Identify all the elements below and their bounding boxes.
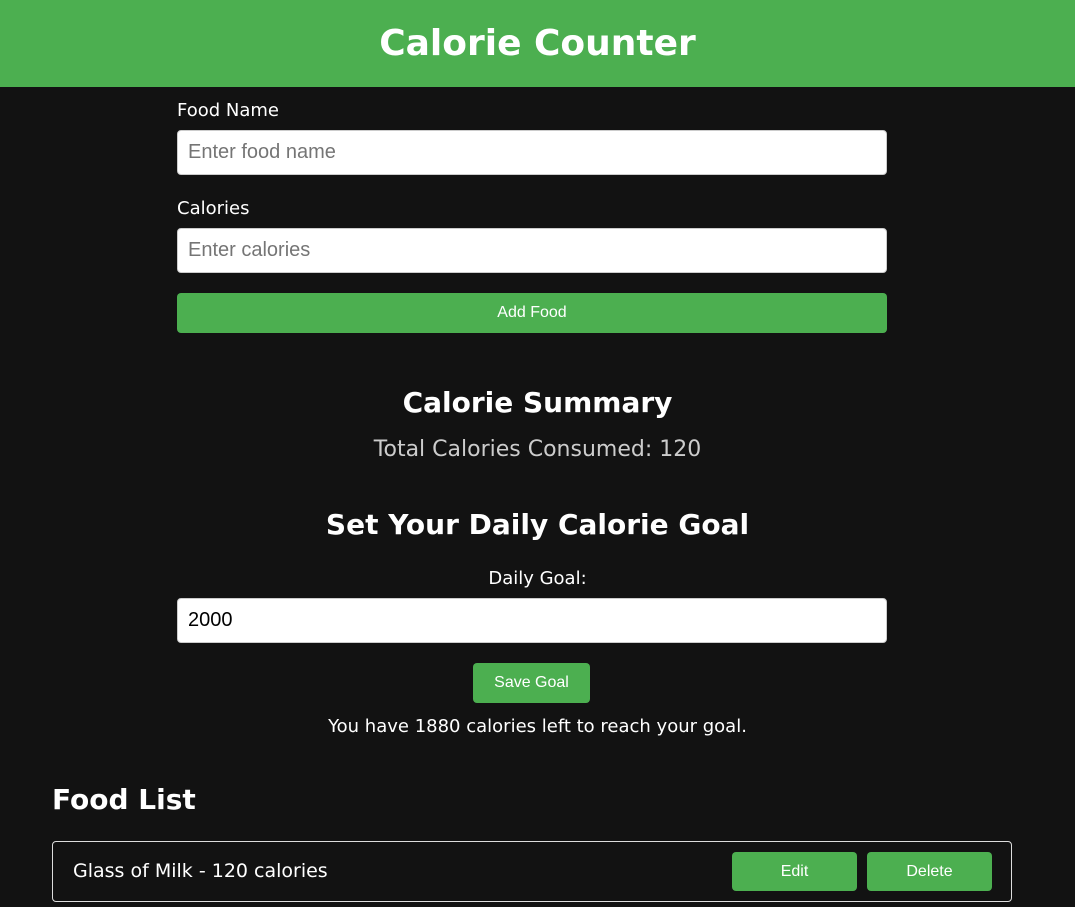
food-list-item: Glass of Milk - 120 calories Edit Delete	[52, 841, 1012, 902]
app-header: Calorie Counter	[0, 0, 1075, 87]
save-goal-button[interactable]: Save Goal	[473, 663, 590, 703]
food-name-input[interactable]	[177, 130, 887, 175]
delete-button[interactable]: Delete	[867, 852, 992, 891]
daily-goal-label: Daily Goal:	[488, 568, 587, 589]
add-food-button[interactable]: Add Food	[177, 293, 887, 333]
food-name-label: Food Name	[177, 100, 279, 121]
calories-label: Calories	[177, 198, 250, 219]
edit-button[interactable]: Edit	[732, 852, 857, 891]
daily-goal-input[interactable]	[177, 598, 887, 643]
calories-input[interactable]	[177, 228, 887, 273]
total-calories-text: Total Calories Consumed: 120	[373, 437, 702, 462]
food-item-text: Glass of Milk - 120 calories	[73, 860, 328, 882]
remaining-calories-text: You have 1880 calories left to reach you…	[328, 716, 747, 737]
food-list-title: Food List	[52, 783, 196, 816]
goal-title: Set Your Daily Calorie Goal	[325, 508, 750, 541]
calorie-summary-title: Calorie Summary	[402, 386, 673, 419]
app-title: Calorie Counter	[379, 23, 696, 64]
